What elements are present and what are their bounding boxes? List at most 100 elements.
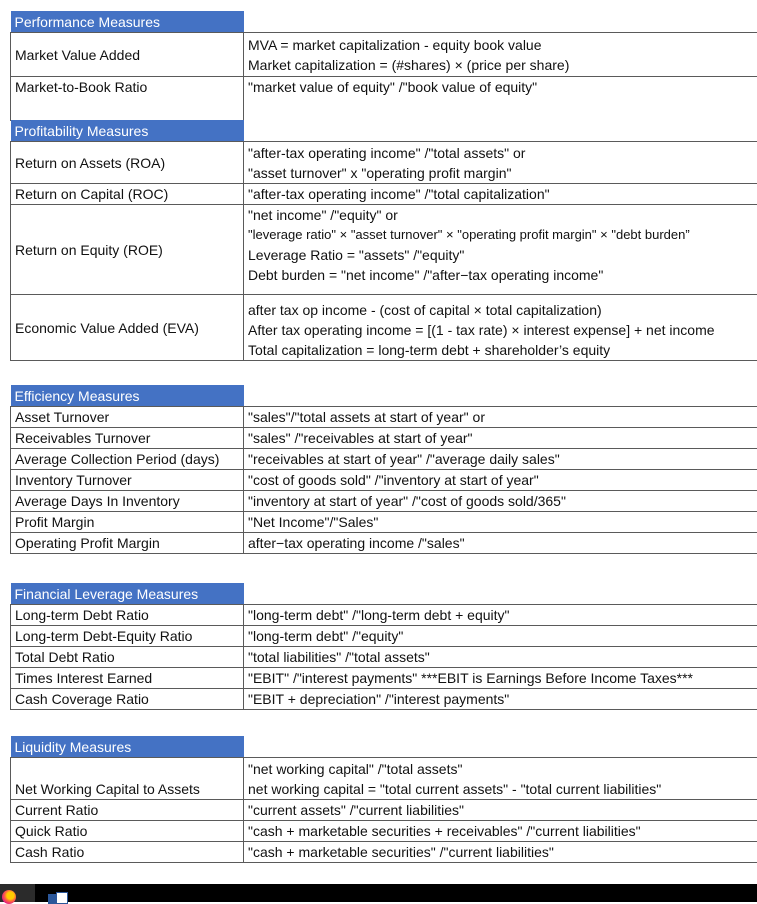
measure-formula: "inventory at start of year" /"cost of g… (244, 491, 757, 512)
table-row: Times Interest Earned"EBIT" /"interest p… (11, 668, 757, 689)
measure-formula: "net working capital" /"total assets" ne… (244, 758, 757, 800)
profitability-table: Profitability Measures Return on Assets … (10, 120, 757, 361)
measure-formula: "EBIT + depreciation" /"interest payment… (244, 689, 757, 710)
measure-formula: "Net Income"/"Sales" (244, 512, 757, 533)
measure-name: Cash Coverage Ratio (11, 689, 244, 710)
measure-name: Average Days In Inventory (11, 491, 244, 512)
measure-name: Quick Ratio (11, 821, 244, 842)
measure-formula: "long-term debt" /"equity" (244, 626, 757, 647)
table-row: Inventory Turnover"cost of goods sold" /… (11, 470, 757, 491)
table-row: Market-to-Book Ratio "market value of eq… (11, 77, 757, 121)
taskbar-firefox-button[interactable] (0, 884, 35, 902)
formula-line: "asset turnover" x "operating profit mar… (248, 163, 757, 183)
formula-line: "net income" /"equity" or (248, 205, 757, 225)
taskbar-word-button[interactable] (48, 892, 70, 902)
section-header: Liquidity Measures (11, 736, 244, 758)
table-row: Profit Margin"Net Income"/"Sales" (11, 512, 757, 533)
formula-line: "after-tax operating income" /"total ass… (248, 143, 757, 163)
measure-name: Current Ratio (11, 800, 244, 821)
table-row: Return on Equity (ROE) "net income" /"eq… (11, 205, 757, 295)
table-row: Economic Value Added (EVA) after tax op … (11, 295, 757, 361)
measure-formula: "total liabilities" /"total assets" (244, 647, 757, 668)
formula-line: net working capital = "total current ass… (248, 779, 757, 799)
measure-formula: after tax op income - (cost of capital ×… (244, 295, 757, 361)
measure-name: Receivables Turnover (11, 428, 244, 449)
word-page-icon (56, 892, 68, 904)
table-row: Total Debt Ratio"total liabilities" /"to… (11, 647, 757, 668)
measure-formula: "receivables at start of year" /"average… (244, 449, 757, 470)
table-row: Return on Assets (ROA) "after-tax operat… (11, 142, 757, 184)
table-row: Long-term Debt-Equity Ratio"long-term de… (11, 626, 757, 647)
measure-name: Profit Margin (11, 512, 244, 533)
leverage-table: Financial Leverage Measures Long-term De… (10, 583, 757, 710)
table-row: Return on Capital (ROC) "after-tax opera… (11, 184, 757, 205)
measure-name: Market Value Added (11, 33, 244, 77)
measure-name: Return on Equity (ROE) (11, 205, 244, 295)
formula-line: "net working capital" /"total assets" (248, 759, 757, 779)
measure-formula: "cost of goods sold" /"inventory at star… (244, 470, 757, 491)
formula-line: MVA = market capitalization - equity boo… (248, 35, 757, 55)
section-header: Profitability Measures (11, 120, 244, 142)
measure-formula: "cash + marketable securities + receivab… (244, 821, 757, 842)
table-row: Receivables Turnover"sales" /"receivable… (11, 428, 757, 449)
table-row: Current Ratio"current assets" /"current … (11, 800, 757, 821)
leverage-section: Financial Leverage Measures Long-term De… (10, 583, 757, 710)
formula-line: "market value of equity" /"book value of… (248, 77, 757, 97)
measure-name: Total Debt Ratio (11, 647, 244, 668)
measure-name: Return on Assets (ROA) (11, 142, 244, 184)
measure-formula: "market value of equity" /"book value of… (244, 77, 757, 121)
section-header: Financial Leverage Measures (11, 583, 244, 605)
measure-name: Return on Capital (ROC) (11, 184, 244, 205)
measure-formula: "after-tax operating income" /"total ass… (244, 142, 757, 184)
table-row: Quick Ratio"cash + marketable securities… (11, 821, 757, 842)
table-row: Average Collection Period (days)"receiva… (11, 449, 757, 470)
efficiency-table: Efficiency Measures Asset Turnover"sales… (10, 385, 757, 554)
table-row: Average Days In Inventory"inventory at s… (11, 491, 757, 512)
section-header: Performance Measures (11, 11, 244, 33)
taskbar (0, 884, 757, 902)
measure-formula: "EBIT" /"interest payments" ***EBIT is E… (244, 668, 757, 689)
measure-name: Market-to-Book Ratio (11, 77, 244, 121)
measure-formula: MVA = market capitalization - equity boo… (244, 33, 757, 77)
formula-line: "leverage ratio" × "asset turnover" × "o… (248, 225, 757, 245)
section-header: Efficiency Measures (11, 385, 244, 407)
measure-formula: "sales" /"receivables at start of year" (244, 428, 757, 449)
formula-line: Market capitalization = (#shares) × (pri… (248, 55, 757, 75)
measure-name: Operating Profit Margin (11, 533, 244, 554)
efficiency-section: Efficiency Measures Asset Turnover"sales… (10, 385, 757, 554)
table-row: Cash Ratio"cash + marketable securities"… (11, 842, 757, 863)
table-row: Cash Coverage Ratio"EBIT + depreciation"… (11, 689, 757, 710)
performance-table: Performance Measures Market Value Added … (10, 11, 757, 121)
profitability-section: Profitability Measures Return on Assets … (10, 120, 757, 361)
formula-line: Debt burden = "net income" /"after−tax o… (248, 265, 757, 285)
measure-name: Net Working Capital to Assets (11, 758, 244, 800)
liquidity-section: Liquidity Measures Net Working Capital t… (10, 736, 757, 863)
measure-name: Long-term Debt Ratio (11, 605, 244, 626)
table-row: Operating Profit Marginafter−tax operati… (11, 533, 757, 554)
measure-formula: "long-term debt" /"long-term debt + equi… (244, 605, 757, 626)
table-row: Long-term Debt Ratio"long-term debt" /"l… (11, 605, 757, 626)
formula-line: after tax op income - (cost of capital ×… (248, 300, 757, 320)
liquidity-table: Liquidity Measures Net Working Capital t… (10, 736, 757, 863)
measure-name: Long-term Debt-Equity Ratio (11, 626, 244, 647)
measure-formula: "cash + marketable securities" /"current… (244, 842, 757, 863)
measure-name: Average Collection Period (days) (11, 449, 244, 470)
table-row: Net Working Capital to Assets "net worki… (11, 758, 757, 800)
formula-line: Total capitalization = long-term debt + … (248, 340, 757, 360)
formula-line: "after-tax operating income" /"total cap… (248, 184, 757, 204)
formula-line: Leverage Ratio = "assets" /"equity" (248, 245, 757, 265)
measure-formula: "current assets" /"current liabilities" (244, 800, 757, 821)
table-row: Market Value Added MVA = market capitali… (11, 33, 757, 77)
measure-name: Economic Value Added (EVA) (11, 295, 244, 361)
measure-formula: "net income" /"equity" or "leverage rati… (244, 205, 757, 295)
measure-name: Times Interest Earned (11, 668, 244, 689)
measure-name: Asset Turnover (11, 407, 244, 428)
measure-formula: "sales"/"total assets at start of year" … (244, 407, 757, 428)
measure-name: Cash Ratio (11, 842, 244, 863)
performance-section: Performance Measures Market Value Added … (10, 11, 757, 121)
formula-line: After tax operating income = [(1 - tax r… (248, 320, 757, 340)
measure-formula: after−tax operating income /"sales" (244, 533, 757, 554)
measure-formula: "after-tax operating income" /"total cap… (244, 184, 757, 205)
measure-name: Inventory Turnover (11, 470, 244, 491)
table-row: Asset Turnover"sales"/"total assets at s… (11, 407, 757, 428)
